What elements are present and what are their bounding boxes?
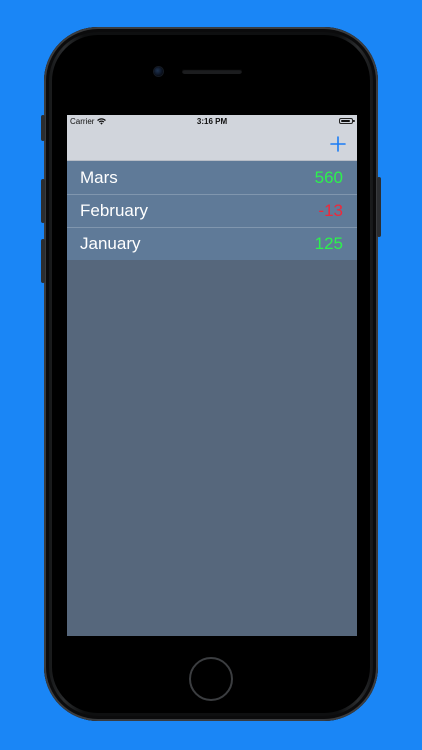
app-screen: Carrier 3:16 PM Mars 560 February -13 Ja… (67, 115, 357, 636)
volume-up-button (41, 179, 45, 223)
navigation-bar (67, 129, 357, 161)
battery-icon (339, 118, 355, 124)
entry-value: -13 (318, 201, 343, 220)
entry-value: 560 (314, 167, 343, 187)
status-time: 3:16 PM (196, 117, 228, 126)
power-button (377, 177, 381, 237)
add-entry-button[interactable] (328, 134, 348, 154)
plus-icon (330, 136, 346, 152)
status-bar: Carrier 3:16 PM (67, 115, 357, 129)
front-camera (154, 67, 163, 76)
home-button[interactable] (189, 657, 233, 701)
mute-switch (41, 115, 45, 141)
entry-label: Mars (80, 167, 118, 187)
earpiece-speaker (182, 69, 242, 74)
list-item[interactable]: January 125 (67, 227, 357, 260)
entry-label: February (80, 201, 149, 220)
entries-list: Mars 560 February -13 January 125 (67, 161, 357, 260)
list-item[interactable]: February -13 (67, 194, 357, 227)
entry-value: 125 (314, 234, 343, 253)
list-item[interactable]: Mars 560 (67, 161, 357, 194)
entry-label: January (80, 234, 141, 253)
volume-down-button (41, 239, 45, 283)
